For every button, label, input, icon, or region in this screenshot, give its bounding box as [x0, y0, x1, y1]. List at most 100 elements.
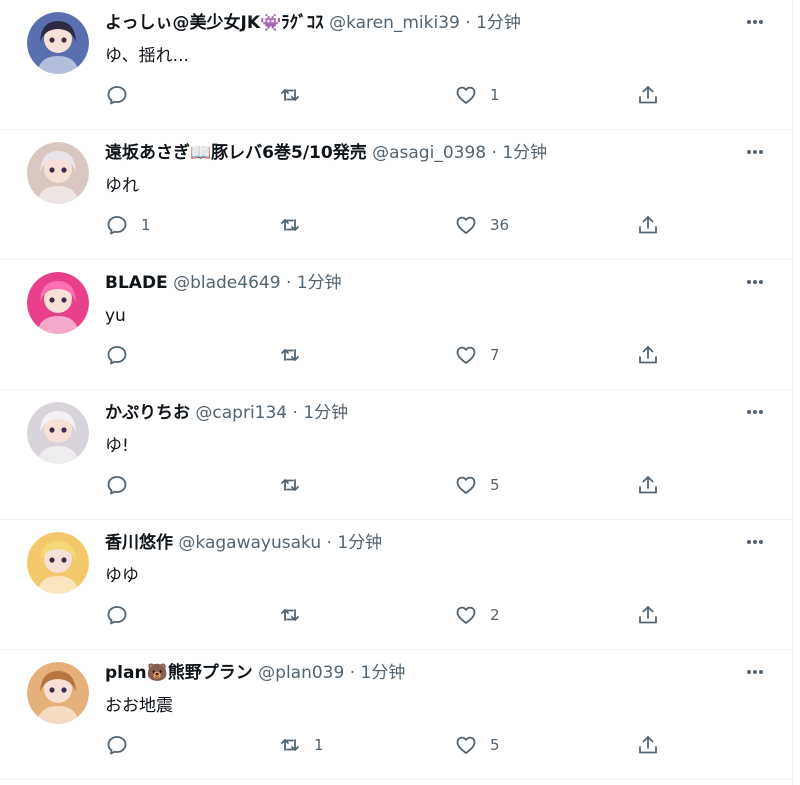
- timestamp[interactable]: 1分钟: [361, 663, 406, 683]
- reply-count: 1: [141, 216, 151, 234]
- reply-button[interactable]: [105, 80, 141, 110]
- tweet-header: BLADE @blade4649 · 1分钟: [105, 271, 732, 295]
- share-button[interactable]: [636, 730, 660, 760]
- heart-icon: [456, 736, 476, 754]
- avatar-image: [27, 532, 89, 594]
- user-handle[interactable]: @blade4649: [173, 273, 280, 293]
- like-button[interactable]: 1: [454, 80, 500, 110]
- timestamp[interactable]: 1分钟: [303, 403, 348, 423]
- avatar[interactable]: [27, 662, 89, 724]
- retweet-button[interactable]: [278, 600, 314, 630]
- separator-dot: ·: [349, 663, 356, 683]
- like-button[interactable]: 36: [454, 210, 509, 240]
- share-icon: [639, 216, 657, 234]
- like-button[interactable]: 2: [454, 600, 500, 630]
- tweet[interactable]: よっしぃ@美少女JK👾ﾗｸﾞｺｽ @karen_miki39 · 1分钟 ゆ、揺…: [0, 0, 792, 130]
- avatar[interactable]: [27, 272, 89, 334]
- tweet-header: かぷりちお @capri134 · 1分钟: [105, 401, 732, 425]
- separator-dot: ·: [326, 533, 332, 553]
- timeline: よっしぃ@美少女JK👾ﾗｸﾞｺｽ @karen_miki39 · 1分钟 ゆ、揺…: [0, 0, 793, 785]
- like-button[interactable]: 5: [454, 470, 500, 500]
- timestamp[interactable]: 1分钟: [476, 13, 521, 33]
- timestamp[interactable]: 1分钟: [502, 143, 547, 163]
- tweet[interactable]: 香川悠作 @kagawayusaku · 1分钟 ゆゆ 2: [0, 520, 792, 650]
- display-name[interactable]: 遠坂あさぎ📖豚レバ6巻5/10発売: [105, 143, 367, 163]
- avatar[interactable]: [27, 532, 89, 594]
- share-button[interactable]: [636, 340, 660, 370]
- avatar[interactable]: [27, 402, 89, 464]
- more-horizontal-icon: [747, 280, 763, 284]
- heart-icon: [456, 476, 476, 494]
- tweet[interactable]: plan🐻熊野プラン @plan039 · 1分钟 おお地震 1 5: [0, 650, 792, 780]
- more-options-button[interactable]: [744, 272, 766, 292]
- avatar-image: [27, 272, 89, 334]
- reply-button[interactable]: [105, 340, 141, 370]
- retweet-button[interactable]: [278, 340, 314, 370]
- share-icon: [639, 346, 657, 364]
- separator-dot: ·: [285, 273, 292, 293]
- retweet-icon: [281, 219, 299, 231]
- reply-icon: [107, 86, 127, 105]
- share-button[interactable]: [636, 470, 660, 500]
- tweet[interactable]: かぷりちお @capri134 · 1分钟 ゆ! 5: [0, 390, 792, 520]
- reply-button[interactable]: [105, 600, 141, 630]
- reply-icon: [107, 606, 127, 625]
- user-handle[interactable]: @capri134: [195, 403, 287, 423]
- user-handle[interactable]: @asagi_0398: [372, 143, 486, 163]
- retweet-button[interactable]: [278, 470, 314, 500]
- separator-dot: ·: [491, 143, 497, 163]
- retweet-icon: [281, 609, 299, 621]
- retweet-icon: [281, 479, 299, 491]
- timestamp[interactable]: 1分钟: [337, 533, 382, 553]
- tweet-text: ゆ!: [105, 436, 129, 456]
- avatar-image: [27, 662, 89, 724]
- tweet-text: ゆゆ: [105, 566, 139, 586]
- tweet-text: おお地震: [105, 696, 173, 716]
- user-handle[interactable]: @karen_miki39: [329, 13, 460, 33]
- tweet[interactable]: BLADE @blade4649 · 1分钟 yu 7: [0, 260, 792, 390]
- avatar[interactable]: [27, 12, 89, 74]
- reply-icon: [107, 216, 127, 235]
- retweet-button[interactable]: 1: [278, 730, 324, 760]
- retweet-button[interactable]: [278, 80, 314, 110]
- avatar[interactable]: [27, 142, 89, 204]
- more-horizontal-icon: [747, 540, 763, 544]
- retweet-icon: [281, 349, 299, 361]
- share-button[interactable]: [636, 80, 660, 110]
- reply-button[interactable]: 1: [105, 210, 151, 240]
- share-icon: [639, 476, 657, 494]
- more-options-button[interactable]: [744, 12, 766, 32]
- like-button[interactable]: 5: [454, 730, 500, 760]
- display-name[interactable]: よっしぃ@美少女JK👾ﾗｸﾞｺｽ: [105, 13, 324, 33]
- retweet-button[interactable]: [278, 210, 314, 240]
- timestamp[interactable]: 1分钟: [297, 273, 342, 293]
- reply-icon: [107, 346, 127, 365]
- user-handle[interactable]: @plan039: [258, 663, 344, 683]
- retweet-count: 1: [314, 736, 324, 754]
- tweet[interactable]: 遠坂あさぎ📖豚レバ6巻5/10発売 @asagi_0398 · 1分钟 ゆれ 1: [0, 130, 792, 260]
- like-count: 36: [490, 216, 510, 234]
- tweet-text: yu: [105, 306, 126, 326]
- more-options-button[interactable]: [744, 142, 766, 162]
- user-handle[interactable]: @kagawayusaku: [178, 533, 321, 553]
- display-name[interactable]: 香川悠作: [105, 533, 173, 553]
- retweet-icon: [281, 89, 299, 101]
- share-icon: [639, 606, 657, 624]
- separator-dot: ·: [292, 403, 298, 423]
- reply-button[interactable]: [105, 730, 141, 760]
- display-name[interactable]: plan🐻熊野プラン: [105, 663, 253, 683]
- share-button[interactable]: [636, 600, 660, 630]
- more-options-button[interactable]: [744, 662, 766, 682]
- more-options-button[interactable]: [744, 402, 766, 422]
- tweet-header: plan🐻熊野プラン @plan039 · 1分钟: [105, 661, 732, 685]
- share-button[interactable]: [636, 210, 660, 240]
- more-options-button[interactable]: [744, 532, 766, 552]
- reply-button[interactable]: [105, 470, 141, 500]
- tweet-text: ゆれ: [105, 176, 139, 196]
- avatar-image: [27, 12, 89, 74]
- display-name[interactable]: BLADE: [105, 273, 168, 293]
- display-name[interactable]: かぷりちお: [105, 403, 190, 423]
- more-horizontal-icon: [747, 670, 763, 674]
- like-count: 5: [490, 736, 500, 754]
- like-button[interactable]: 7: [454, 340, 500, 370]
